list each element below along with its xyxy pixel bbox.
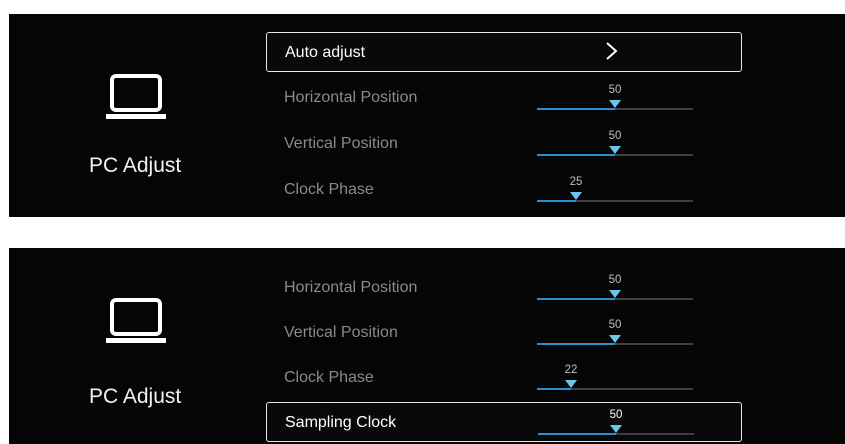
menu-item-clock-phase[interactable]: Clock Phase 22 xyxy=(266,358,742,398)
menu-item-label: Auto adjust xyxy=(285,44,366,61)
menu-item-label: Clock Phase xyxy=(284,181,374,198)
menu-item-label: Sampling Clock xyxy=(285,414,397,431)
slider-thumb-icon[interactable] xyxy=(609,335,621,343)
clock-phase-slider[interactable]: 22 xyxy=(537,358,693,398)
menu-item-vertical-position[interactable]: Vertical Position 50 xyxy=(266,124,742,164)
slider-value: 22 xyxy=(564,364,578,376)
pc-adjust-screen-top: PC Adjust Auto adjust Horizontal Positio… xyxy=(9,14,845,217)
slider-value: 50 xyxy=(608,274,622,286)
slider-fill xyxy=(537,154,615,156)
settings-menu: Auto adjust Horizontal Position 50 Verti… xyxy=(266,14,845,217)
menu-item-auto-adjust[interactable]: Auto adjust xyxy=(266,32,742,72)
slider-fill xyxy=(537,298,615,300)
slider-fill xyxy=(538,433,616,435)
slider-value: 50 xyxy=(609,409,623,421)
horizontal-position-slider[interactable]: 50 xyxy=(537,268,693,308)
menu-item-label: Vertical Position xyxy=(284,135,398,152)
panel-title: PC Adjust xyxy=(89,154,182,177)
slider-value: 25 xyxy=(569,176,583,188)
menu-item-clock-phase[interactable]: Clock Phase 25 xyxy=(266,170,742,210)
category-panel: PC Adjust xyxy=(9,14,254,217)
slider-value: 50 xyxy=(608,84,622,96)
slider-fill xyxy=(537,388,571,390)
slider-thumb-icon[interactable] xyxy=(610,425,622,433)
slider-thumb-icon[interactable] xyxy=(609,146,621,154)
menu-item-horizontal-position[interactable]: Horizontal Position 50 xyxy=(266,268,742,308)
menu-item-label: Horizontal Position xyxy=(284,279,418,296)
menu-item-vertical-position[interactable]: Vertical Position 50 xyxy=(266,313,742,353)
menu-item-sampling-clock[interactable]: Sampling Clock 50 xyxy=(266,402,742,442)
slider-thumb-icon[interactable] xyxy=(609,100,621,108)
monitor-icon xyxy=(106,298,166,343)
slider-thumb-icon[interactable] xyxy=(609,290,621,298)
horizontal-position-slider[interactable]: 50 xyxy=(537,78,693,118)
slider-thumb-icon[interactable] xyxy=(565,380,577,388)
chevron-right-icon xyxy=(606,42,618,60)
menu-item-horizontal-position[interactable]: Horizontal Position 50 xyxy=(266,78,742,118)
vertical-position-slider[interactable]: 50 xyxy=(537,313,693,353)
clock-phase-slider[interactable]: 25 xyxy=(537,170,693,210)
pc-adjust-screen-bottom: PC Adjust Horizontal Position 50 Vertica… xyxy=(9,248,845,444)
menu-item-label: Clock Phase xyxy=(284,369,374,386)
vertical-position-slider[interactable]: 50 xyxy=(537,124,693,164)
slider-fill xyxy=(537,343,615,345)
slider-value: 50 xyxy=(608,319,622,331)
menu-item-label: Horizontal Position xyxy=(284,89,418,106)
monitor-icon xyxy=(106,74,166,119)
slider-fill xyxy=(537,200,576,202)
sampling-clock-slider[interactable]: 50 xyxy=(538,403,694,443)
panel-title: PC Adjust xyxy=(89,385,182,408)
category-panel: PC Adjust xyxy=(9,248,254,444)
slider-fill xyxy=(537,108,615,110)
settings-menu: Horizontal Position 50 Vertical Position… xyxy=(266,248,845,444)
menu-item-label: Vertical Position xyxy=(284,324,398,341)
slider-thumb-icon[interactable] xyxy=(570,192,582,200)
slider-value: 50 xyxy=(608,130,622,142)
